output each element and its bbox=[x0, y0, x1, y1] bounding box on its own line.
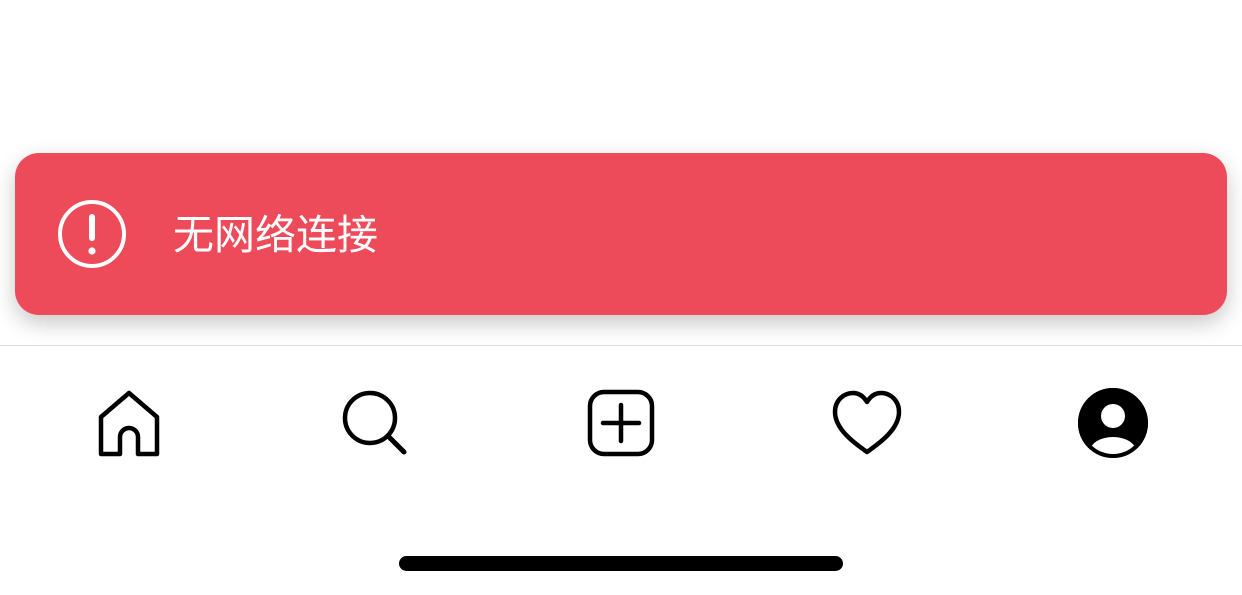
app-screen: 无网络连接 bbox=[0, 0, 1242, 595]
plus-square-icon bbox=[586, 388, 656, 458]
bottom-tab-bar bbox=[0, 346, 1242, 496]
no-network-toast[interactable]: 无网络连接 bbox=[15, 153, 1227, 315]
heart-icon bbox=[831, 388, 903, 458]
tab-home[interactable] bbox=[84, 378, 174, 468]
search-icon bbox=[340, 388, 410, 458]
tab-search[interactable] bbox=[330, 378, 420, 468]
tab-profile[interactable] bbox=[1068, 378, 1158, 468]
tab-activity[interactable] bbox=[822, 378, 912, 468]
home-indicator[interactable] bbox=[399, 556, 843, 571]
toast-message: 无网络连接 bbox=[173, 211, 378, 259]
home-icon bbox=[94, 388, 164, 458]
profile-avatar-icon bbox=[1078, 388, 1148, 458]
alert-circle-icon bbox=[57, 199, 127, 269]
tab-create[interactable] bbox=[576, 378, 666, 468]
